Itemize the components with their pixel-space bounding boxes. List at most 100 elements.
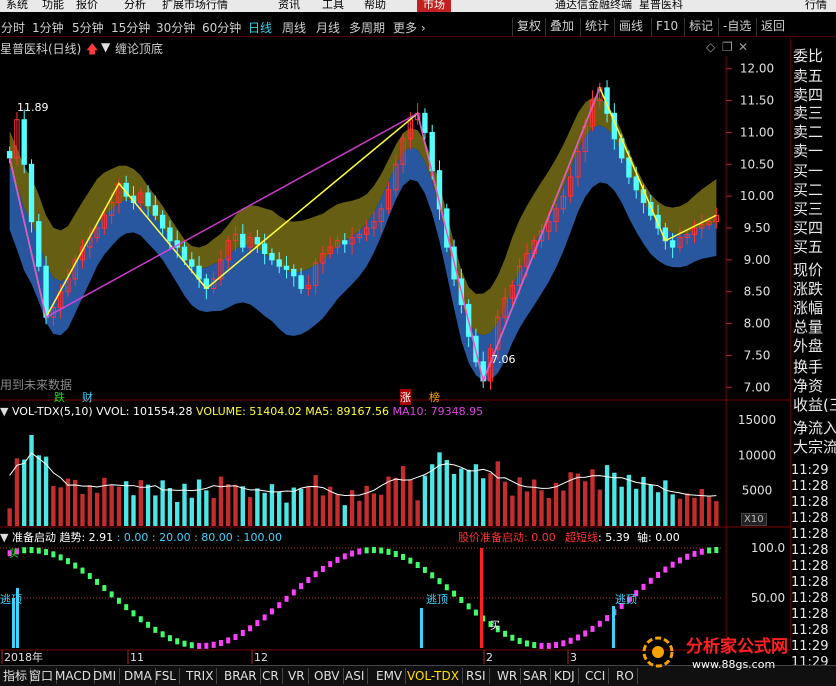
volume-bar [124, 481, 129, 526]
rp-volume[interactable]: 总量 [793, 316, 823, 337]
rp-earning[interactable]: 收益(三 [793, 394, 836, 415]
volume-bar [175, 501, 180, 526]
rp-block[interactable]: 大宗流 [793, 436, 836, 457]
rp-change[interactable]: 涨跌 [793, 278, 823, 299]
price-tick-label: 7.50 [744, 348, 771, 362]
price-tick-label: 11.50 [740, 94, 774, 108]
volume-bar [277, 491, 282, 526]
candle-body [28, 163, 35, 223]
vol-ma5: MA5: 89167.56 [305, 405, 389, 418]
volume-bar [626, 474, 632, 526]
launch-dot [532, 642, 537, 649]
volume-bar [706, 496, 712, 526]
launch-dot [590, 625, 595, 632]
rp-bid5[interactable]: 买五 [793, 236, 823, 257]
tab-trix[interactable]: TRIX [183, 668, 218, 684]
launch-dot [44, 549, 49, 556]
tab-brar[interactable]: BRAR [221, 668, 261, 684]
launch-dot [568, 637, 573, 644]
launch-super-short: 超短线: 5.39 [565, 531, 630, 544]
tab-dmi[interactable]: DMI [90, 668, 121, 684]
volume-bar [400, 465, 406, 526]
launch-dot [583, 630, 588, 637]
rp-ask3[interactable]: 卖三 [793, 102, 823, 123]
volume-bar [634, 488, 639, 526]
volume-bar [357, 500, 362, 526]
volume-bar [437, 452, 442, 526]
vol-dropdown-icon[interactable]: ▼ [0, 405, 8, 418]
volume-bar [189, 497, 194, 526]
tab-rsi[interactable]: RSI [463, 668, 490, 684]
volume-bar [546, 497, 551, 526]
rp-price[interactable]: 现价 [793, 259, 823, 280]
price-grid [0, 56, 790, 651]
time-entry: 11:28 [791, 607, 829, 622]
quote-corner[interactable]: 行情 [805, 0, 827, 10]
tab-cci[interactable]: CCI [582, 668, 610, 684]
tab-wr[interactable]: WR [494, 668, 522, 684]
tab-macd[interactable]: MACD [52, 668, 95, 684]
volume-bar [699, 489, 704, 526]
tab-cr[interactable]: CR [259, 668, 283, 684]
tab-fsl[interactable]: FSL [152, 668, 180, 684]
rp-ask5[interactable]: 卖五 [793, 65, 823, 86]
launch-axis-label: 轴: 0.00 [637, 531, 680, 544]
launch-dot [262, 614, 267, 621]
rp-netflow[interactable]: 净流入 [793, 417, 836, 438]
volume-bar [204, 490, 209, 526]
volume-bar [116, 486, 122, 526]
tab-asi[interactable]: ASI [342, 668, 369, 684]
launch-indicator-name[interactable]: 准备启动 [12, 531, 56, 544]
rp-turnover[interactable]: 换手 [793, 356, 823, 377]
vol-indicator-name[interactable]: VOL-TDX(5,10) [12, 405, 93, 418]
launch-dropdown-icon[interactable]: ▼ [0, 531, 8, 544]
launch-legend: ▼ 准备启动 趋势: 2.91 : 0.00 : 20.00 : 80.00 :… [0, 529, 282, 545]
launch-dot [692, 550, 697, 557]
rp-outer[interactable]: 外盘 [793, 335, 823, 356]
volume-bar [262, 492, 267, 526]
tab-obv[interactable]: OBV [311, 668, 344, 684]
volume-bar [131, 495, 136, 526]
launch-dot [197, 642, 202, 649]
launch-dot [605, 615, 610, 622]
launch-dot [677, 557, 682, 564]
tab-kdj[interactable]: KDJ [551, 668, 579, 684]
launch-spike [480, 548, 483, 648]
date-label: 3 [570, 651, 577, 664]
rp-weibi[interactable]: 委比 [793, 45, 823, 66]
rp-bid2[interactable]: 买二 [793, 179, 823, 200]
rp-bid4[interactable]: 买四 [793, 217, 823, 238]
price-tick-label: 10.50 [740, 157, 774, 171]
chart-area[interactable]: 12.00 11.50 11.00 10.50 10.00 9.50 9.00 8.50 8.0… [0, 0, 790, 665]
price-tick-label: 7.00 [744, 380, 771, 394]
candle-body [167, 227, 173, 242]
volume-bar [196, 479, 202, 526]
launch-tick-label: 50.00 [751, 591, 785, 605]
volume-bar [335, 494, 340, 526]
tab-vr[interactable]: VR [285, 668, 309, 684]
volume-bar [561, 490, 566, 526]
rp-bid1[interactable]: 买一 [793, 160, 823, 181]
tab-vol-tdx[interactable]: VOL-TDX [404, 668, 463, 684]
rp-netasset[interactable]: 净资 [793, 375, 823, 396]
rp-ask1[interactable]: 卖一 [793, 140, 823, 161]
tab-dma[interactable]: DMA [121, 668, 156, 684]
launch-dot [699, 548, 704, 555]
tab-sar[interactable]: SAR [520, 668, 552, 684]
launch-dot [189, 642, 194, 649]
launch-dot [714, 547, 719, 554]
volume-bar [604, 465, 610, 526]
low-price-label: 7.06 [491, 353, 516, 366]
rp-pct[interactable]: 涨幅 [793, 297, 823, 318]
rp-bid3[interactable]: 买三 [793, 198, 823, 219]
volume-bar [619, 486, 624, 526]
launch-dot [160, 631, 165, 638]
volume-bar [7, 508, 12, 526]
launch-dot [269, 608, 274, 615]
tab-emv[interactable]: EMV [373, 668, 407, 684]
tab-ro[interactable]: RO [613, 668, 638, 684]
date-axis: 2018年 11 12 2 3 [1, 650, 577, 664]
volume-bar [233, 485, 238, 526]
launch-dot [641, 583, 646, 590]
rp-ask2[interactable]: 卖二 [793, 121, 823, 142]
